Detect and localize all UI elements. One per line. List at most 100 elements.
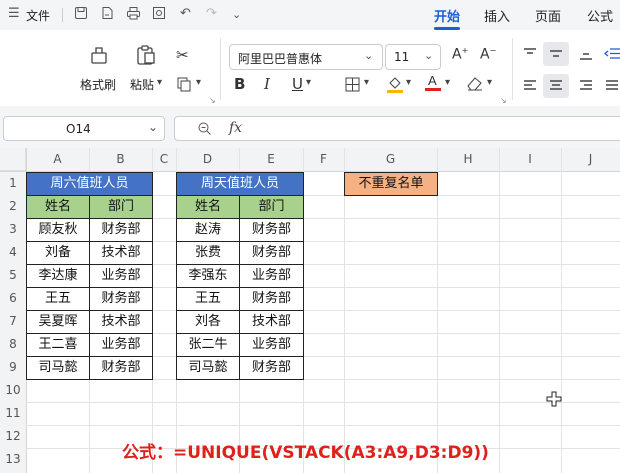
table2-cell-name[interactable]: 刘各	[176, 310, 240, 334]
table1-cell-name[interactable]: 王二喜	[26, 333, 90, 357]
bold-icon[interactable]: B	[234, 75, 245, 93]
chevron-down-icon[interactable]: ▾	[364, 77, 369, 88]
chevron-down-icon[interactable]: ▾	[306, 77, 311, 88]
table2-cell-name[interactable]: 李强东	[176, 264, 240, 288]
column-header-e[interactable]: E	[239, 148, 303, 171]
align-middle-button[interactable]	[543, 42, 569, 66]
table1-cell-dept[interactable]: 业务部	[89, 264, 153, 288]
table2-cell-name[interactable]: 张二牛	[176, 333, 240, 357]
italic-icon[interactable]: I	[264, 75, 270, 93]
table2-cell-dept[interactable]: 财务部	[239, 287, 304, 311]
file-menu[interactable]: 文件	[26, 7, 50, 24]
column-header-b[interactable]: B	[89, 148, 152, 171]
tab-page[interactable]: 页面	[535, 6, 561, 25]
justify-icon[interactable]	[604, 78, 618, 97]
column-header-d[interactable]: D	[176, 148, 239, 171]
fx-icon[interactable]: fx	[229, 120, 242, 136]
chevron-down-icon[interactable]: ▾	[196, 77, 201, 88]
select-all-corner[interactable]	[0, 148, 26, 171]
table1-cell-dept[interactable]: 财务部	[89, 287, 153, 311]
format-painter-button[interactable]: 格式刷	[80, 76, 116, 93]
align-center-button[interactable]	[543, 74, 569, 98]
table1-cell-name[interactable]: 李达康	[26, 264, 90, 288]
redo-icon[interactable]: ↷	[206, 6, 217, 21]
eraser-icon[interactable]	[466, 75, 484, 95]
zoom-search-icon[interactable]	[197, 121, 212, 140]
print-preview-icon[interactable]	[152, 6, 166, 24]
row-header[interactable]: 8	[0, 333, 26, 356]
row-header[interactable]: 9	[0, 356, 26, 379]
paste-icon[interactable]	[135, 44, 157, 70]
row-header[interactable]: 5	[0, 264, 26, 287]
chevron-down-icon[interactable]: ▾	[445, 77, 450, 88]
chevron-down-icon[interactable]: ▾	[406, 77, 411, 88]
table1-cell-name[interactable]: 吴夏晖	[26, 310, 90, 334]
table2-cell-name[interactable]: 王五	[176, 287, 240, 311]
table1-cell-dept[interactable]: 财务部	[89, 218, 153, 242]
table2-cell-name[interactable]: 赵涛	[176, 218, 240, 242]
format-painter-icon[interactable]	[88, 44, 110, 70]
column-header-f[interactable]: F	[303, 148, 344, 171]
align-bottom-icon[interactable]	[578, 46, 594, 65]
increase-font-size-icon[interactable]: A+	[452, 46, 468, 63]
row-header[interactable]: 2	[0, 195, 26, 218]
save-icon[interactable]	[74, 6, 88, 24]
borders-icon[interactable]	[345, 77, 360, 96]
font-color-icon[interactable]: A	[424, 72, 442, 96]
result-header-cell[interactable]: 不重复名单	[344, 172, 438, 196]
tab-home[interactable]: 开始	[434, 6, 460, 25]
table2-cell-dept[interactable]: 业务部	[239, 264, 304, 288]
row-header[interactable]: 13	[0, 448, 26, 473]
align-left-icon[interactable]	[522, 78, 538, 97]
table1-title[interactable]: 周六值班人员	[26, 172, 153, 196]
column-header-i[interactable]: I	[499, 148, 561, 171]
export-pdf-icon[interactable]	[100, 6, 114, 24]
table2-cell-dept[interactable]: 技术部	[239, 310, 304, 334]
column-header-h[interactable]: H	[437, 148, 499, 171]
table1-cell-name[interactable]: 司马懿	[26, 356, 90, 380]
align-top-icon[interactable]	[522, 46, 538, 65]
font-size-dropdown[interactable]: 11 ⌄	[385, 44, 441, 70]
chevron-down-icon[interactable]: ▾	[487, 77, 492, 88]
name-box[interactable]: O14 ⌄	[3, 116, 165, 141]
align-right-icon[interactable]	[578, 78, 594, 97]
fill-color-icon[interactable]	[386, 74, 404, 98]
table1-cell-name[interactable]: 王五	[26, 287, 90, 311]
print-icon[interactable]	[126, 6, 141, 24]
table2-cell-dept[interactable]: 业务部	[239, 333, 304, 357]
table2-cell-name[interactable]: 司马懿	[176, 356, 240, 380]
undo-icon[interactable]: ↶	[180, 6, 191, 21]
chevron-down-icon[interactable]: ⌄	[232, 8, 241, 21]
table1-cell-name[interactable]: 刘备	[26, 241, 90, 265]
column-header-g[interactable]: G	[344, 148, 437, 171]
paste-button[interactable]: 粘贴	[130, 76, 154, 93]
dialog-launcher-icon[interactable]: ↘	[500, 96, 507, 105]
copy-icon[interactable]	[176, 76, 192, 96]
column-header-j[interactable]: J	[561, 148, 620, 171]
row-header[interactable]: 10	[0, 379, 26, 402]
table1-cell-dept[interactable]: 业务部	[89, 333, 153, 357]
table2-cell-dept[interactable]: 财务部	[239, 218, 304, 242]
table2-cell-dept[interactable]: 财务部	[239, 241, 304, 265]
row-header[interactable]: 3	[0, 218, 26, 241]
decrease-font-size-icon[interactable]: A−	[480, 46, 496, 63]
tab-insert[interactable]: 插入	[484, 6, 510, 25]
dialog-launcher-icon[interactable]: ↘	[209, 96, 216, 105]
formula-input-box[interactable]: fx	[174, 116, 620, 141]
table2-cell-dept[interactable]: 财务部	[239, 356, 304, 380]
column-header-c[interactable]: C	[152, 148, 176, 171]
font-name-dropdown[interactable]: 阿里巴巴普惠体 ⌄	[229, 44, 383, 70]
table2-header-name[interactable]: 姓名	[176, 195, 240, 219]
table1-cell-dept[interactable]: 技术部	[89, 310, 153, 334]
table1-header-name[interactable]: 姓名	[26, 195, 90, 219]
row-header[interactable]: 1	[0, 172, 26, 195]
table2-title[interactable]: 周天值班人员	[176, 172, 304, 196]
table1-header-dept[interactable]: 部门	[89, 195, 153, 219]
table1-cell-name[interactable]: 顾友秋	[26, 218, 90, 242]
table2-cell-name[interactable]: 张费	[176, 241, 240, 265]
chevron-down-icon[interactable]: ▾	[157, 77, 162, 88]
table1-cell-dept[interactable]: 财务部	[89, 356, 153, 380]
indent-icon[interactable]	[603, 46, 620, 65]
underline-icon[interactable]: U	[292, 75, 303, 93]
cut-icon[interactable]: ✂	[176, 46, 189, 64]
